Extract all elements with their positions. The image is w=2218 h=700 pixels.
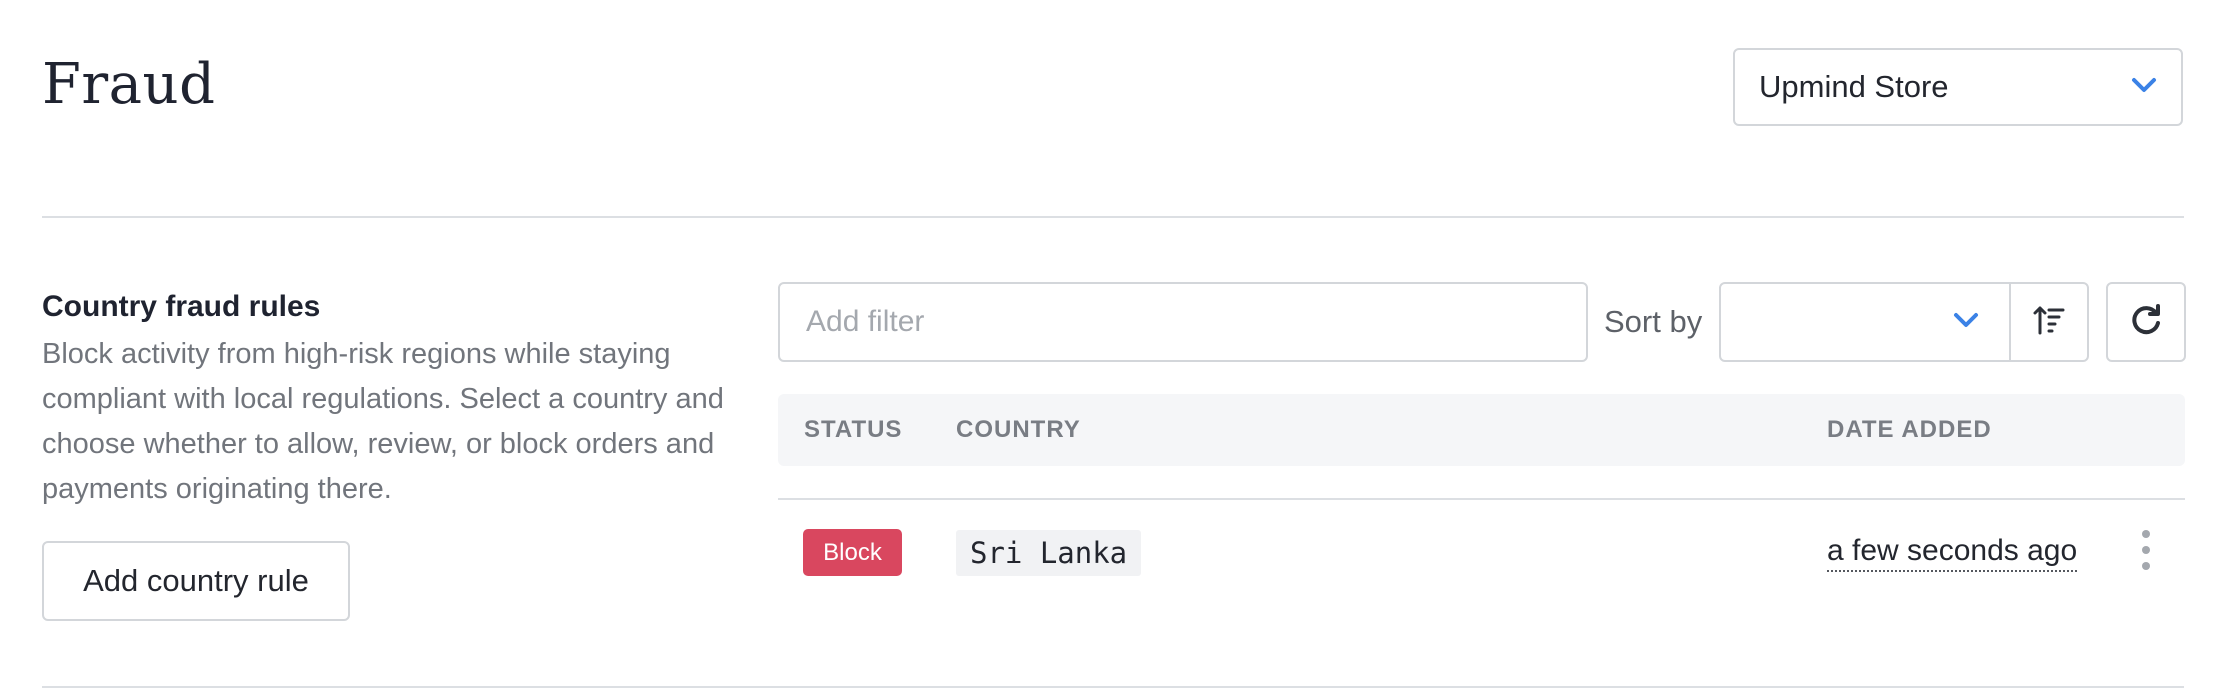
sort-by-select[interactable] bbox=[1719, 282, 2011, 362]
sort-by-label: Sort by bbox=[1604, 304, 1703, 339]
column-header-country[interactable]: COUNTRY bbox=[956, 416, 1081, 444]
chevron-down-icon bbox=[2131, 76, 2157, 99]
refresh-button[interactable] bbox=[2106, 282, 2186, 362]
page-title: Fraud bbox=[42, 52, 216, 117]
country-cell: Sri Lanka bbox=[956, 530, 1142, 576]
table-header-divider bbox=[778, 498, 2185, 500]
refresh-icon bbox=[2129, 303, 2163, 342]
chevron-down-icon bbox=[1953, 311, 1979, 334]
sort-order-button[interactable] bbox=[2009, 282, 2089, 362]
column-header-date-added[interactable]: DATE ADDED bbox=[1827, 416, 1992, 444]
header-divider bbox=[42, 216, 2184, 218]
column-header-status[interactable]: STATUS bbox=[804, 416, 902, 444]
store-selector[interactable]: Upmind Store bbox=[1733, 48, 2183, 126]
filter-input[interactable] bbox=[778, 282, 1588, 362]
status-badge: Block bbox=[803, 529, 902, 576]
store-selector-value: Upmind Store bbox=[1759, 69, 1949, 104]
section-divider bbox=[42, 686, 2184, 688]
table-header: STATUS COUNTRY DATE ADDED bbox=[778, 394, 2185, 466]
date-added-cell[interactable]: a few seconds ago bbox=[1827, 532, 2078, 572]
section-description: Block activity from high-risk regions wh… bbox=[42, 338, 724, 505]
sort-ascending-icon bbox=[2032, 303, 2066, 342]
section-title: Country fraud rules bbox=[42, 290, 321, 323]
add-country-rule-button[interactable]: Add country rule bbox=[42, 541, 350, 621]
row-actions-button[interactable] bbox=[2134, 530, 2158, 570]
more-vertical-icon bbox=[2142, 530, 2150, 538]
